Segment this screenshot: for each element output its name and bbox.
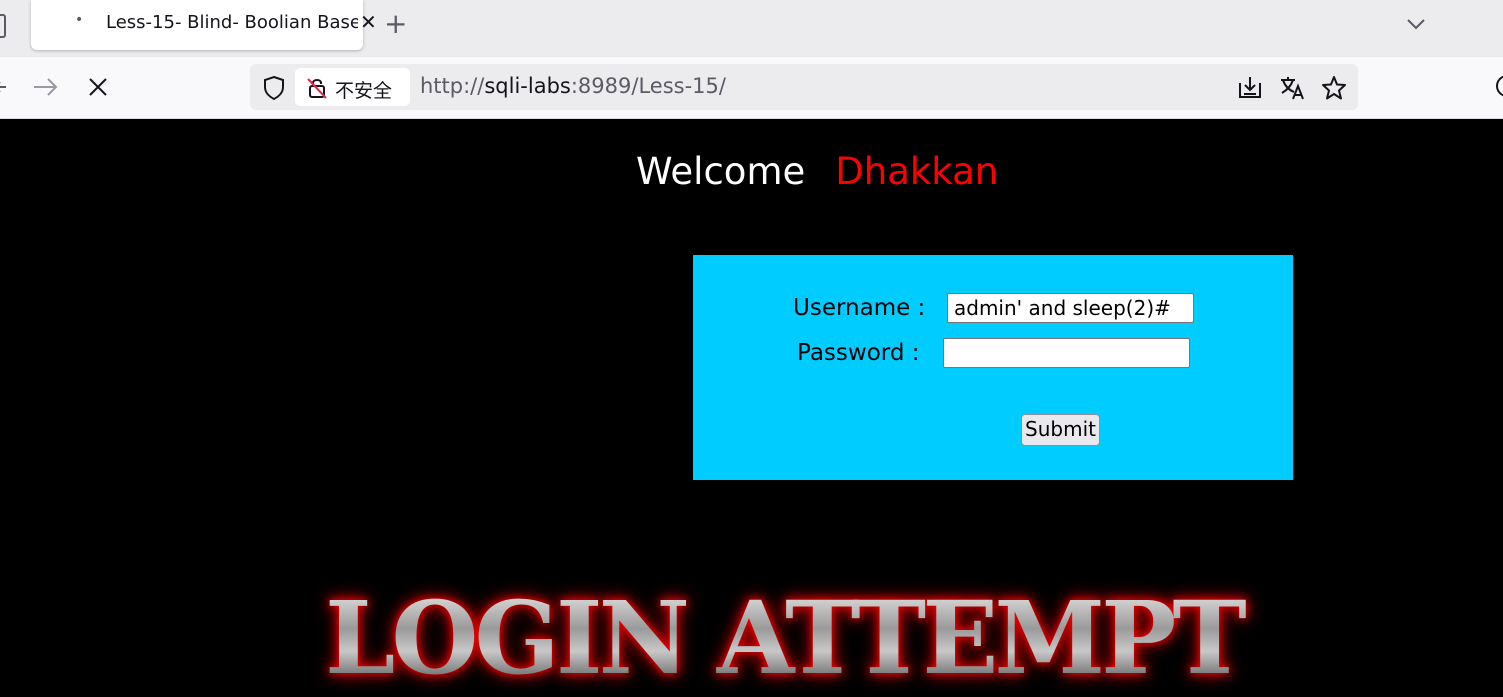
submit-button[interactable]: Submit <box>1021 414 1100 446</box>
not-secure-label: 不安全 <box>335 80 393 102</box>
tab-loading-indicator: • <box>75 12 84 28</box>
close-tab-icon[interactable]: ✕ <box>360 10 377 34</box>
forward-arrow-icon[interactable] <box>32 73 60 101</box>
stop-loading-icon[interactable] <box>86 73 112 101</box>
insecure-lock-icon <box>307 78 327 99</box>
welcome-name: Dhakkan <box>835 150 999 193</box>
welcome-text: Welcome <box>636 150 806 193</box>
welcome-heading: Welcome Dhakkan <box>636 150 998 193</box>
shield-icon[interactable] <box>262 75 286 101</box>
url-text[interactable]: http://sqli-labs:8989/Less-15/ <box>420 74 726 98</box>
address-bar[interactable]: 不安全 http://sqli-labs:8989/Less-15/ <box>250 64 1358 110</box>
chevron-down-icon[interactable] <box>1404 12 1428 36</box>
login-attempt-banner: LOGIN ATTEMPT <box>325 588 1285 688</box>
back-arrow-icon[interactable] <box>0 73 16 101</box>
tab-bar: • Less-15- Blind- Boolian Based ✕ + <box>0 0 1503 57</box>
new-tab-icon[interactable]: + <box>384 8 407 40</box>
tab-title: Less-15- Blind- Boolian Based <box>106 12 358 33</box>
account-icon[interactable] <box>1495 73 1503 99</box>
username-label: Username : <box>793 295 926 321</box>
active-tab[interactable]: • Less-15- Blind- Boolian Based ✕ <box>31 0 377 50</box>
url-path: :8989/Less-15/ <box>570 74 726 98</box>
username-input[interactable]: admin' and sleep(2)# <box>947 293 1194 323</box>
password-input[interactable] <box>943 338 1190 368</box>
save-page-icon[interactable] <box>1237 75 1263 101</box>
password-label: Password : <box>797 340 920 366</box>
login-form: Username : admin' and sleep(2)# Password… <box>693 255 1293 480</box>
sidebar-toggle-icon[interactable] <box>0 14 6 38</box>
translate-icon[interactable] <box>1279 75 1307 101</box>
bookmark-star-icon[interactable] <box>1321 75 1347 101</box>
connection-security-button[interactable]: 不安全 <box>295 68 410 106</box>
url-host: sqli-labs <box>484 74 571 98</box>
navigation-bar: 不安全 http://sqli-labs:8989/Less-15/ <box>0 57 1503 119</box>
url-scheme: http:// <box>420 74 485 98</box>
